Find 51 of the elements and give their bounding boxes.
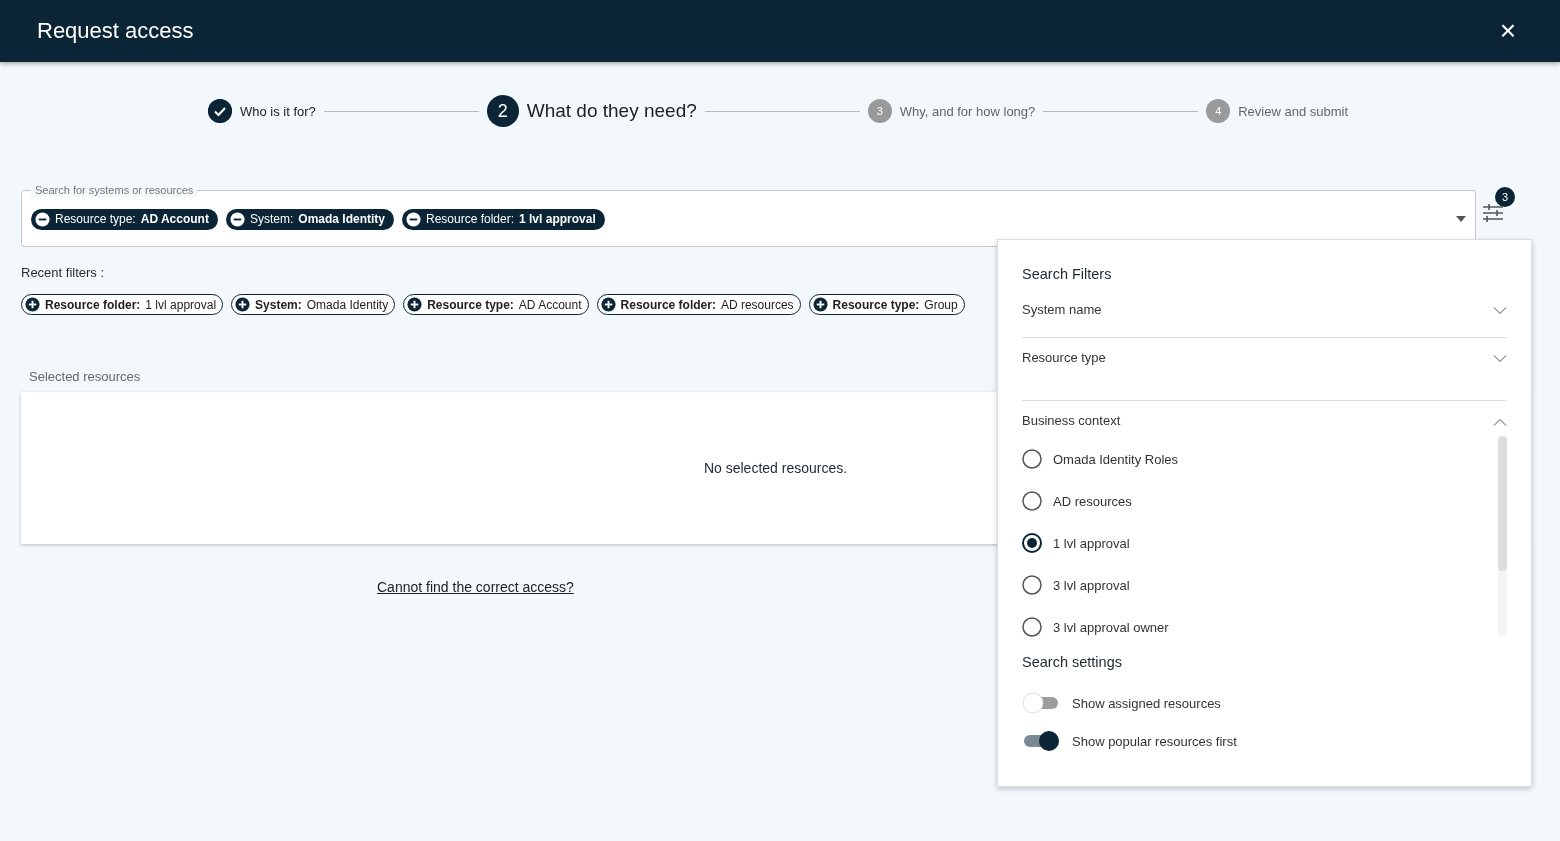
dropdown-caret-icon[interactable] (1456, 216, 1466, 222)
radio-option[interactable]: Omada Identity Roles (1022, 438, 1498, 480)
radio-button[interactable] (1022, 533, 1042, 553)
plus-icon[interactable] (25, 297, 40, 312)
close-button[interactable]: × (1495, 17, 1520, 45)
help-link[interactable]: Cannot find the correct access? (377, 579, 574, 595)
toggle-switch[interactable] (1022, 692, 1060, 714)
filter-chip[interactable]: Resource type: AD Account (403, 294, 589, 315)
minus-icon[interactable] (229, 211, 245, 227)
step-number: 4 (1206, 99, 1231, 123)
panel-title: Search Filters (1022, 266, 1113, 282)
radio-option[interactable]: 3 lvl approval owner (1022, 606, 1498, 648)
step-number: 2 (486, 95, 519, 127)
radio-option[interactable]: 1 lvl approval (1022, 522, 1498, 564)
recent-filters-label: Recent filters : (21, 265, 105, 280)
step-label: Review and submit (1238, 103, 1348, 119)
minus-icon[interactable] (406, 211, 421, 227)
filter-chip[interactable]: Resource folder: AD resources (596, 294, 801, 315)
accordion-header[interactable]: Resource type (1022, 350, 1106, 365)
radio-button[interactable] (1022, 449, 1042, 469)
filter-chip[interactable]: Resource type: Group (808, 294, 965, 315)
accordion-header[interactable]: System name (1022, 302, 1102, 317)
step-label: What do they need? (526, 100, 697, 122)
radio-button[interactable] (1022, 491, 1042, 511)
radio-option[interactable]: AD resources (1022, 480, 1498, 522)
settings-title: Search settings (1022, 654, 1123, 670)
plus-icon[interactable] (407, 297, 423, 312)
radio-option[interactable]: 3 lvl approval (1022, 564, 1498, 606)
radio-button[interactable] (1022, 575, 1042, 595)
scrollbar-thumb[interactable] (1498, 436, 1507, 571)
field-label: Search for systems or resources (31, 183, 198, 197)
toggle-label: Show popular resources first (1072, 733, 1237, 749)
scrollbar-track[interactable] (1498, 436, 1507, 636)
toggle-label: Show assigned resources (1072, 695, 1221, 711)
step-label: Why, and for how long? (899, 103, 1036, 119)
filter-count-badge: 3 (1495, 187, 1515, 207)
minus-icon[interactable] (35, 211, 50, 227)
plus-icon[interactable] (812, 297, 828, 312)
filter-chip[interactable]: Resource folder: 1 lvl approval (21, 294, 224, 315)
window-title: Request access (37, 18, 194, 44)
radio-button[interactable] (1022, 617, 1042, 637)
filter-chip[interactable]: System: Omada Identity (231, 294, 396, 315)
filter-chip[interactable]: Resource type: AD Account (31, 208, 218, 230)
step-label: Who is it for? (240, 103, 316, 119)
plus-icon[interactable] (600, 297, 616, 312)
accordion-header[interactable]: Business context (1022, 413, 1121, 428)
empty-message: No selected resources. (703, 460, 848, 476)
toggle-switch[interactable] (1022, 730, 1060, 752)
section-title: Selected resources (29, 369, 141, 384)
step-number: 3 (867, 99, 892, 123)
plus-icon[interactable] (235, 297, 251, 312)
